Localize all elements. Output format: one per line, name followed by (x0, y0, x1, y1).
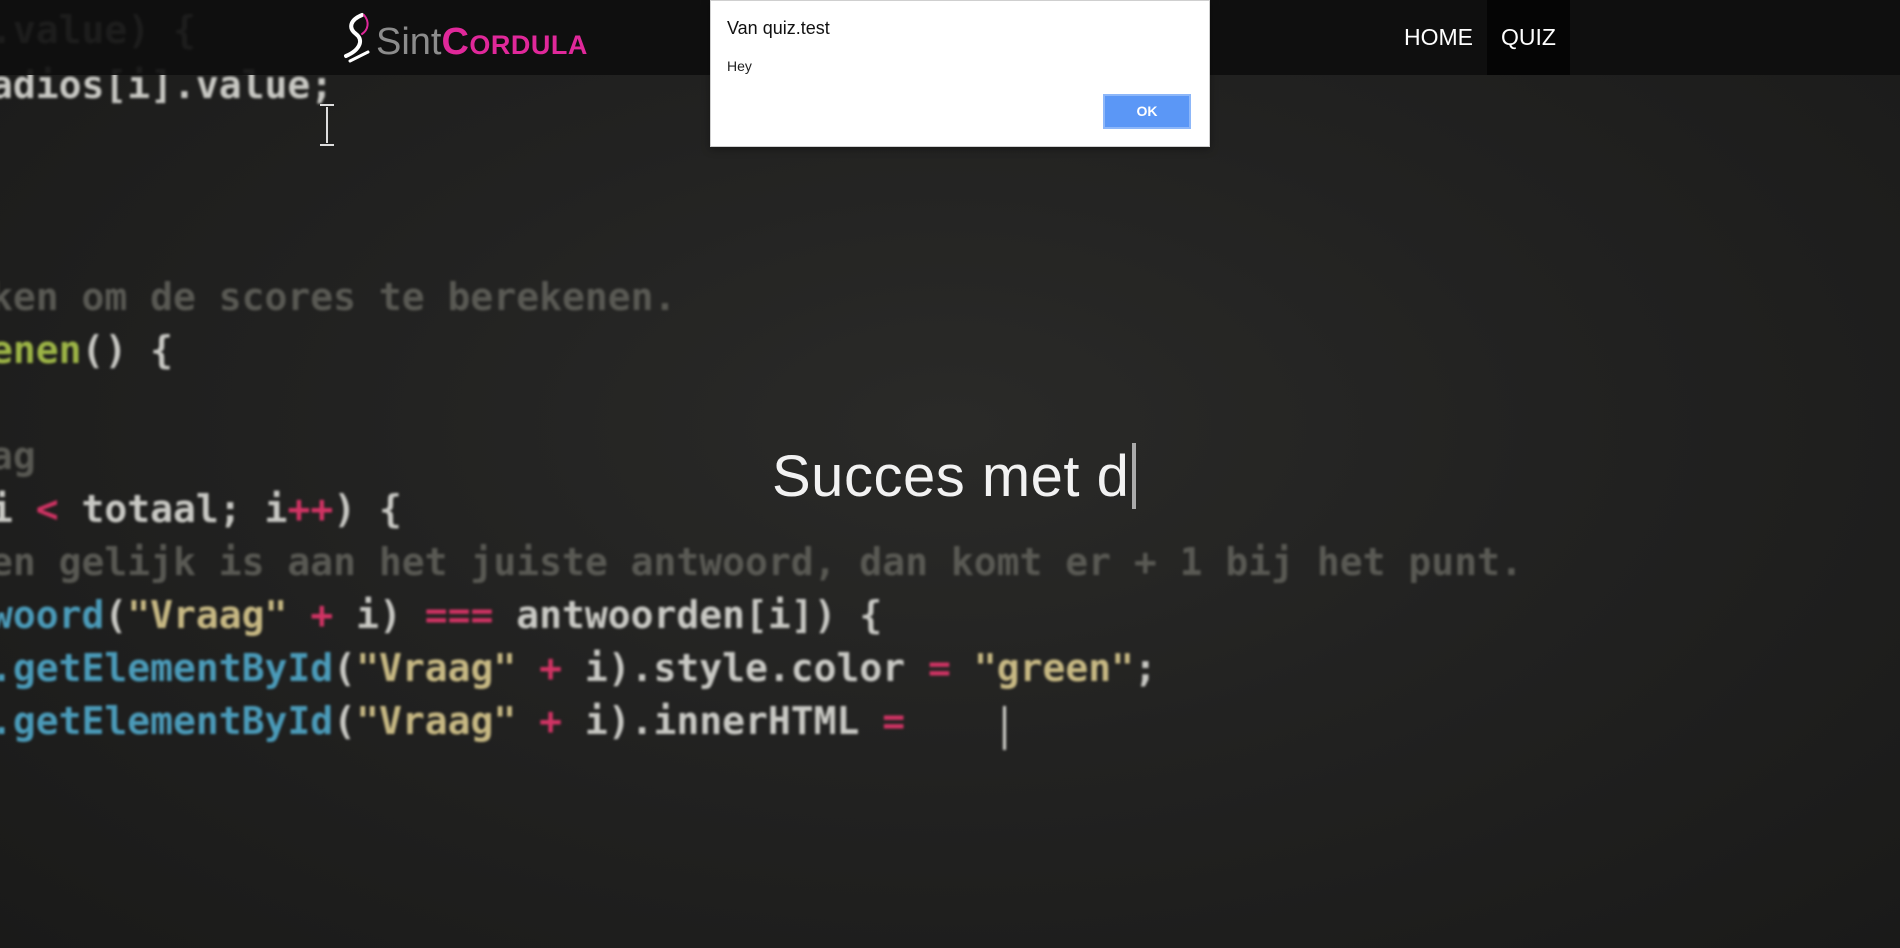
code-token: .getElementById (0, 699, 334, 743)
code-token: + (287, 593, 357, 637)
text-cursor-icon (320, 104, 334, 146)
logo-text-cordula: Cordula (441, 21, 588, 63)
code-token: enen (0, 328, 82, 372)
code-token: "Vraag" (356, 646, 517, 690)
code-line: ag (0, 434, 36, 478)
code-line: .getElementById("Vraag" + i).style.color… (0, 646, 1157, 690)
code-token: ) { (333, 487, 402, 531)
logo-text-sint: Sint (376, 21, 442, 63)
typing-headline: Succes met d (772, 436, 1137, 516)
code-token: en gelijk is aan het juiste antwoord, da… (0, 540, 1523, 584)
dialog-message: Hey (727, 58, 752, 74)
code-token: < (35, 487, 59, 531)
code-token: ; (1133, 646, 1157, 690)
code-line: woord("Vraag" + i) === antwoorden[i]) { (0, 593, 882, 637)
code-token: ( (104, 593, 128, 637)
code-token: = (882, 699, 906, 743)
code-token: antwoorden[i]) { (493, 593, 883, 637)
code-token: i).innerHTML (584, 699, 883, 743)
code-token: i).style.color (584, 646, 929, 690)
nav-item-quiz[interactable]: QUIZ (1487, 0, 1570, 75)
code-token: woord (0, 593, 105, 637)
code-token: .getElementById (0, 646, 334, 690)
code-token: i) (356, 593, 425, 637)
typing-text: Succes met d (772, 443, 1130, 509)
code-token: i (0, 487, 13, 531)
code-line: ken om de scores te berekenen. (0, 275, 676, 319)
code-caret (1003, 706, 1006, 750)
code-token: "green" (973, 646, 1134, 690)
main-nav: HOME QUIZ (1390, 0, 1570, 75)
code-token: = (928, 646, 951, 690)
code-token: ( (333, 646, 357, 690)
code-token: + (516, 699, 585, 743)
code-token: ken om de scores te berekenen. (0, 275, 677, 319)
code-token: ag (0, 434, 36, 478)
code-line: enen() { (0, 328, 173, 372)
code-line: en gelijk is aan het juiste antwoord, da… (0, 540, 1523, 584)
code-token: "Vraag" (356, 699, 517, 743)
code-token: "Vraag" (127, 593, 288, 637)
dialog-title: Van quiz.test (727, 18, 830, 38)
typing-caret (1132, 443, 1137, 509)
code-line: i < totaal; i++) { (0, 487, 402, 531)
logo[interactable]: Sint Cordula (340, 12, 588, 64)
code-token: + (516, 646, 585, 690)
code-token: totaal; i (58, 487, 288, 531)
logo-swoosh-icon (344, 13, 370, 63)
code-token: ++ (287, 487, 334, 531)
alert-dialog: Van quiz.test Hey OK (710, 0, 1210, 147)
nav-item-home[interactable]: HOME (1390, 0, 1487, 75)
code-token: ( (333, 699, 357, 743)
code-token: === (424, 593, 494, 637)
code-line: .getElementById("Vraag" + i).innerHTML = (0, 699, 905, 743)
code-token: () { (81, 328, 174, 372)
ok-button[interactable]: OK (1103, 94, 1191, 129)
